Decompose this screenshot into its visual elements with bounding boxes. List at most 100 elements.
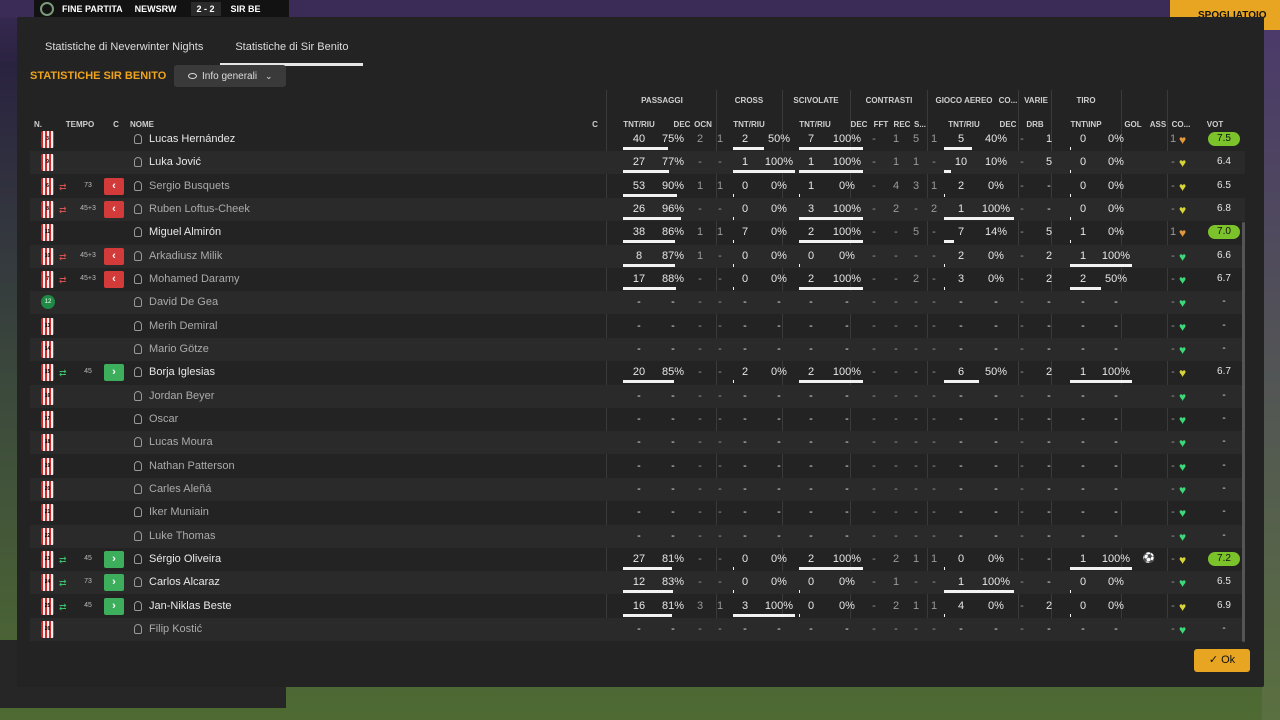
- table-row[interactable]: 24 ⇄ 73 › Carlos Alcaraz 12 83% - -0 0% 0 0% -1- -1 10…: [30, 571, 1245, 595]
- player-name[interactable]: Mohamed Daramy: [149, 273, 239, 285]
- shirt-number-icon: 8: [41, 200, 54, 218]
- player-name[interactable]: Merih Demiral: [149, 320, 217, 332]
- player-name[interactable]: Lucas Hernández: [149, 133, 235, 145]
- shot-pct: 0%: [1108, 226, 1124, 239]
- contrast-rec: 5: [912, 133, 920, 145]
- pass-bar: [623, 193, 677, 197]
- player-name[interactable]: Carles Aleñá: [149, 483, 211, 495]
- table-row[interactable]: 8 ⇄ 45+3 ‹ Ruben Loftus-Cheek 26 96% - -0 0% 3 100%…: [30, 197, 1245, 221]
- player-rating: 6.5: [1217, 179, 1231, 191]
- table-row[interactable]: 13 Merih Demiral - - - - - - - - - - - - - - - - - - - ♥ -: [30, 315, 1245, 338]
- shirt-number-icon: 14: [41, 340, 54, 358]
- dribbles: 2: [1045, 366, 1053, 379]
- player-avatar-icon: [134, 273, 142, 284]
- cross-pct: -: [777, 412, 781, 425]
- scrollbar[interactable]: [1242, 222, 1245, 642]
- pass-dec: -: [698, 319, 702, 332]
- table-row[interactable]: 21 Iker Muniain - - - - - - - - - - - - - - - - - - - ♥ -: [30, 501, 1245, 524]
- shot-bar: [1070, 263, 1132, 267]
- tackle-attempts: -: [809, 389, 813, 402]
- table-row[interactable]: 7 ⇄ 45+3 ‹ Mohamed Daramy 17 88% - -0 0% 2 100% - -2-…: [30, 268, 1245, 291]
- player-name[interactable]: Miguel Almirón: [149, 226, 221, 238]
- table-row[interactable]: 9 Luka Jović 27 77% - -1 100% 1 100% -1 1-10 10% -5 0…: [30, 151, 1245, 175]
- table-row[interactable]: 12 David De Gea - - - - - - - - - - - - - - - - - - - ♥ -: [30, 291, 1245, 315]
- player-name[interactable]: Lucas Moura: [149, 436, 213, 448]
- dribbles: -: [1047, 412, 1051, 425]
- contrast-fft: -: [894, 529, 898, 542]
- contrast-s: -: [932, 506, 936, 519]
- pass-pct: -: [671, 389, 675, 402]
- dribbles: -: [1047, 576, 1051, 589]
- pass-dec: -: [698, 506, 702, 519]
- player-name[interactable]: Jan-Niklas Beste: [149, 600, 232, 612]
- player-name[interactable]: Borja Iglesias: [149, 366, 215, 378]
- pass-dec: -: [698, 622, 702, 635]
- aerial-pct: 14%: [984, 226, 1008, 239]
- table-row[interactable]: 26 Filip Kostić - - - - - - - - - - - - - - - - - - - ♥ -: [30, 617, 1245, 641]
- table-row[interactable]: 6 ⇄ 73 ‹ Sergio Busquets 53 90% 1 1 0 0% 1 0% -4 3 1 2 0%…: [30, 175, 1245, 198]
- player-rating: 7.0: [1208, 225, 1240, 240]
- table-row[interactable]: 20 Carles Aleñá - - - - - - - - - - - - - - - - - - - ♥ -: [30, 477, 1245, 501]
- contrast-s: -: [932, 156, 936, 169]
- player-name[interactable]: Luka Jović: [149, 156, 201, 168]
- table-row[interactable]: 22 Luke Thomas - - - - - - - - - - - - - - - - - - - ♥ -: [30, 524, 1245, 548]
- contrast-dec: -: [872, 179, 876, 192]
- shirt-number-icon: 15: [41, 364, 54, 382]
- player-name[interactable]: Iker Muniain: [149, 506, 209, 518]
- table-row[interactable]: 23 ⇄ 45 › Sérgio Oliveira 27 81% - -0 0% 2 100% -2 1 1…: [30, 548, 1245, 571]
- table-row[interactable]: 16 Jordan Beyer - - - - - - - - - - - - - - - - - - - ♥ -: [30, 384, 1245, 408]
- player-name[interactable]: Sérgio Oliveira: [149, 553, 221, 565]
- player-name[interactable]: Carlos Alcaraz: [149, 576, 220, 588]
- player-name[interactable]: Sergio Busquets: [149, 180, 230, 192]
- tackle-bar: [799, 613, 801, 617]
- player-name[interactable]: Nathan Patterson: [149, 460, 235, 472]
- table-row[interactable]: 10 ⇄ 45+3 ‹ Arkadiusz Milik 8 87% 1 - 0 0% 0 0% - - - - 2…: [30, 244, 1245, 268]
- player-name[interactable]: Arkadiusz Milik: [149, 250, 222, 262]
- table-row[interactable]: 11 Miguel Almirón 38 86% 1 1 7 0% 2 100% - -5-7 14% -…: [30, 221, 1245, 244]
- cross-attempts: 0: [741, 249, 749, 262]
- pass-dec: -: [698, 202, 702, 215]
- pass-bar: [623, 240, 675, 244]
- player-name[interactable]: Oscar: [149, 413, 178, 425]
- player-name[interactable]: Jordan Beyer: [149, 390, 214, 402]
- cross-pct: -: [777, 296, 781, 309]
- tackle-attempts: -: [809, 529, 813, 542]
- player-name[interactable]: David De Gea: [149, 296, 218, 308]
- condition-heart-icon: ♥: [1179, 156, 1187, 171]
- shot-bar: [1070, 590, 1072, 594]
- ok-button[interactable]: ✓ Ok: [1194, 649, 1250, 672]
- cross-attempts: 0: [741, 272, 749, 285]
- contrast-dec: -: [872, 366, 876, 379]
- cross-pct: 100%: [764, 599, 794, 612]
- shot-attempts: 0: [1079, 599, 1087, 612]
- table-row[interactable]: 19 Nathan Patterson - - - - - - - - - - - - - - - - - - - ♥ -: [30, 455, 1245, 478]
- substitution-arrows-icon: ⇄: [59, 274, 67, 285]
- table-row[interactable]: 17 Oscar - - - - - - - - - - - - - - - - - - - ♥ -: [30, 408, 1245, 431]
- table-row[interactable]: 14 Mario Götze - - - - - - - - - - - - - - - - - - - ♥ -: [30, 337, 1245, 361]
- contrast-dec: -: [872, 506, 876, 519]
- shot-pct: -: [1114, 389, 1118, 402]
- player-rating: 6.7: [1217, 272, 1231, 284]
- table-row[interactable]: 3 Lucas Hernández 40 75% 2 1 2 50% 7 100% -1 5 1 5 40%…: [30, 128, 1245, 151]
- player-rating: -: [1222, 342, 1226, 354]
- shot-bar: [1070, 147, 1072, 150]
- player-name[interactable]: Filip Kostić: [149, 623, 202, 635]
- aerial-pct: 0%: [988, 599, 1004, 612]
- player-rating: 6.8: [1217, 202, 1231, 214]
- cross-bar: [733, 566, 735, 570]
- player-name[interactable]: Mario Götze: [149, 343, 209, 355]
- pass-pct: -: [671, 436, 675, 449]
- shot-attempts: -: [1081, 296, 1085, 309]
- table-row[interactable]: 25 ⇄ 45 › Jan-Niklas Beste 16 81% 3 1 3 100% 0 0% -2 1…: [30, 595, 1245, 618]
- shot-bar: [1070, 566, 1132, 570]
- table-row[interactable]: 15 ⇄ 45 › Borja Iglesias 20 85% - -2 0% 2 100% - - - -6…: [30, 361, 1245, 384]
- table-row[interactable]: 18 Lucas Moura - - - - - - - - - - - - - - - - - - - ♥ -: [30, 431, 1245, 455]
- pass-pct: 83%: [661, 576, 685, 589]
- player-name[interactable]: Luke Thomas: [149, 530, 215, 542]
- dribbles: -: [1047, 179, 1051, 192]
- cross-attempts: -: [743, 342, 747, 355]
- tackle-bar: [799, 193, 801, 197]
- contrast-rec: -: [914, 482, 918, 495]
- pass-ocn: -: [718, 389, 722, 402]
- player-name[interactable]: Ruben Loftus-Cheek: [149, 203, 250, 215]
